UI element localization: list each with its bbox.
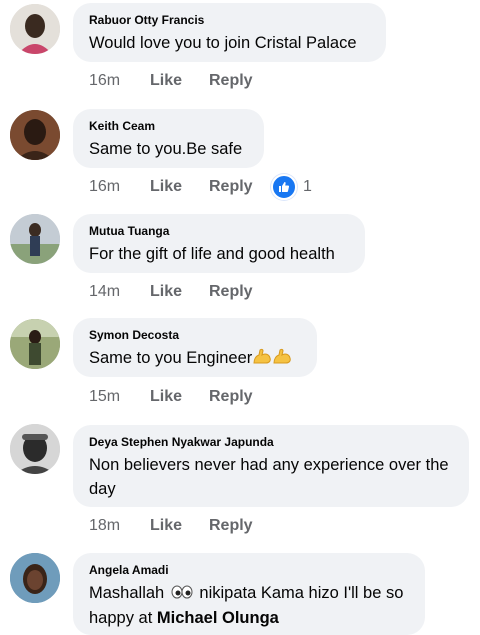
- avatar[interactable]: [10, 424, 60, 474]
- comment-text-line: Non believers never had any experience o…: [89, 456, 449, 474]
- comment-bubble: Angela Amadi Mashallah nikipata Kama hiz…: [73, 553, 425, 635]
- comment-author[interactable]: Rabuor Otty Francis: [89, 13, 370, 27]
- avatar[interactable]: [10, 4, 60, 54]
- comment-text-line: day: [89, 480, 116, 498]
- reply-button[interactable]: Reply: [209, 283, 271, 301]
- comment-bubble: Mutua Tuanga For the gift of life and go…: [73, 214, 365, 273]
- comment-text: Same to you Engineer: [89, 346, 301, 372]
- comment-actions: 14m Like Reply: [89, 281, 271, 303]
- comment-author[interactable]: Angela Amadi: [89, 563, 409, 577]
- mention-link[interactable]: Michael Olunga: [157, 609, 279, 627]
- comment-bubble: Rabuor Otty Francis Would love you to jo…: [73, 3, 386, 62]
- comment-actions: 16m Like Reply: [89, 70, 271, 92]
- comment-actions: 16m Like Reply 1: [89, 174, 312, 200]
- reply-button[interactable]: Reply: [209, 72, 271, 90]
- comment-text-segment: Mashallah: [89, 584, 165, 602]
- comment-text-segment: happy at: [89, 609, 153, 627]
- comment-author[interactable]: Symon Decosta: [89, 328, 301, 342]
- comment-text: Non believers never had any experience o…: [89, 453, 453, 501]
- comment-timestamp[interactable]: 15m: [89, 388, 150, 406]
- comment-text-segment: nikipata Kama hizo I'll be so: [199, 584, 404, 602]
- comment-text-content: Same to you Engineer: [89, 349, 253, 367]
- avatar[interactable]: [10, 214, 60, 264]
- comment-author[interactable]: Keith Ceam: [89, 119, 248, 133]
- thumbs-up-icon: [271, 174, 297, 200]
- comment-text: For the gift of life and good health: [89, 245, 335, 263]
- comment-bubble: Keith Ceam Same to you.Be safe: [73, 109, 264, 168]
- like-button[interactable]: Like: [150, 283, 209, 301]
- reply-button[interactable]: Reply: [209, 178, 271, 196]
- avatar[interactable]: [10, 319, 60, 369]
- comment-text: Same to you.Be safe: [89, 140, 243, 158]
- reply-button[interactable]: Reply: [209, 517, 271, 535]
- comment-timestamp[interactable]: 14m: [89, 283, 150, 301]
- comment-text-line: happy at Michael Olunga: [89, 606, 409, 630]
- comment-text: Would love you to join Cristal Palace: [89, 34, 357, 52]
- comment-text: Mashallah nikipata Kama hizo I'll be so …: [89, 581, 409, 630]
- like-button[interactable]: Like: [150, 388, 209, 406]
- reply-button[interactable]: Reply: [209, 388, 271, 406]
- flexed-biceps-icon: [272, 347, 292, 372]
- like-button[interactable]: Like: [150, 517, 209, 535]
- comment-actions: 15m Like Reply: [89, 386, 271, 408]
- comment-author[interactable]: Deya Stephen Nyakwar Japunda: [89, 435, 453, 449]
- avatar[interactable]: [10, 553, 60, 603]
- reaction-count: 1: [303, 178, 312, 195]
- avatar[interactable]: [10, 110, 60, 160]
- eyes-icon: [171, 582, 193, 606]
- reaction-summary[interactable]: 1: [271, 174, 312, 200]
- comment-bubble: Deya Stephen Nyakwar Japunda Non believe…: [73, 425, 469, 507]
- comment-timestamp[interactable]: 16m: [89, 72, 150, 90]
- comment-actions: 18m Like Reply: [89, 515, 271, 537]
- like-button[interactable]: Like: [150, 178, 209, 196]
- flexed-biceps-icon: [252, 347, 272, 372]
- like-button[interactable]: Like: [150, 72, 209, 90]
- comment-text-line: Mashallah nikipata Kama hizo I'll be so: [89, 581, 409, 606]
- comment-author[interactable]: Mutua Tuanga: [89, 224, 349, 238]
- comment-bubble: Symon Decosta Same to you Engineer: [73, 318, 317, 377]
- comment-timestamp[interactable]: 18m: [89, 517, 150, 535]
- comment-timestamp[interactable]: 16m: [89, 178, 150, 196]
